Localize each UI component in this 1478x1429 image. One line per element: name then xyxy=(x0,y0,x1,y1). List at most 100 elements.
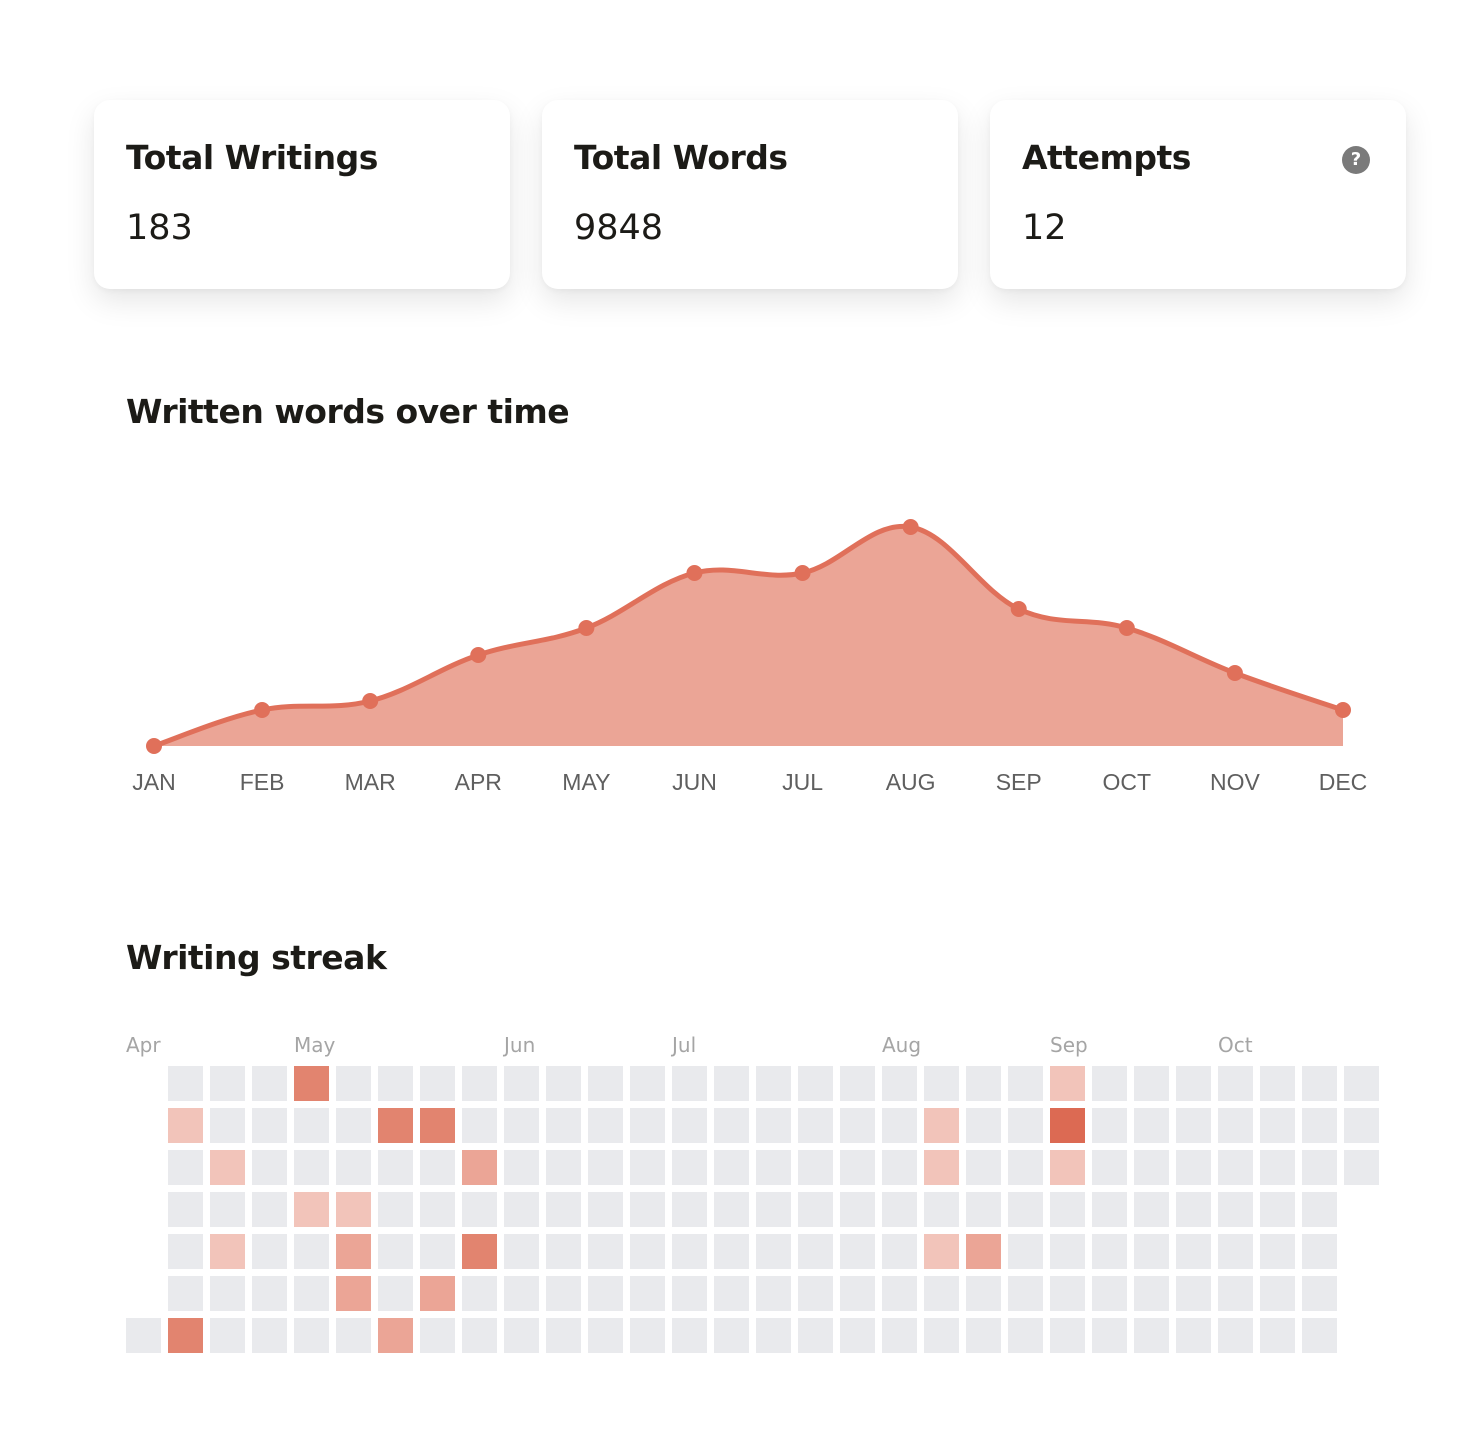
month-label: May xyxy=(294,1033,336,1057)
x-tick-label: JUL xyxy=(782,769,823,795)
heatmap-cell xyxy=(924,1234,959,1269)
heatmap-cell xyxy=(546,1318,581,1353)
heatmap-cell xyxy=(252,1318,287,1353)
heatmap-cell xyxy=(504,1318,539,1353)
heatmap-cell xyxy=(504,1066,539,1101)
month-label: Aug xyxy=(882,1033,921,1057)
heatmap-cell xyxy=(546,1150,581,1185)
data-point xyxy=(686,565,703,581)
heatmap-cell xyxy=(210,1150,245,1185)
heatmap-cell xyxy=(630,1066,665,1101)
heatmap-cell xyxy=(1092,1108,1127,1143)
heatmap-cell xyxy=(1218,1318,1253,1353)
heatmap-cell xyxy=(798,1318,833,1353)
heatmap-cell xyxy=(1302,1192,1337,1227)
heatmap-cell xyxy=(168,1108,203,1143)
writing-streak-heatmap: Apr May Jun Jul Aug Sep Oct xyxy=(126,1033,1379,1353)
words-area-chart: JAN FEB MAR APR MAY JUN JUL AUG SEP OCT NOV DEC xyxy=(132,519,1367,795)
heatmap-cell xyxy=(714,1192,749,1227)
heatmap-cell xyxy=(378,1234,413,1269)
data-point xyxy=(1226,665,1243,681)
heatmap-cell xyxy=(1302,1108,1337,1143)
heatmap-cell xyxy=(1176,1192,1211,1227)
heatmap-cell xyxy=(294,1318,329,1353)
question-circle-icon[interactable]: ? xyxy=(1342,146,1370,174)
heatmap-cell xyxy=(714,1318,749,1353)
heatmap-cell xyxy=(294,1276,329,1311)
x-tick-label: NOV xyxy=(1210,769,1261,795)
heatmap-cell xyxy=(420,1276,455,1311)
heatmap-cell xyxy=(420,1150,455,1185)
heatmap-cell xyxy=(1050,1150,1085,1185)
heatmap-cell xyxy=(924,1276,959,1311)
stat-value: 183 xyxy=(126,208,193,248)
heatmap-cell xyxy=(462,1066,497,1101)
heatmap-cell xyxy=(420,1192,455,1227)
data-point xyxy=(1118,620,1135,636)
heatmap-cell xyxy=(420,1066,455,1101)
month-label: Apr xyxy=(126,1033,161,1057)
heatmap-cell xyxy=(1218,1234,1253,1269)
heatmap-cell xyxy=(672,1318,707,1353)
heatmap-cell xyxy=(1176,1276,1211,1311)
heatmap-cell xyxy=(1134,1066,1169,1101)
heatmap-cell xyxy=(378,1192,413,1227)
heatmap-cell xyxy=(882,1192,917,1227)
heatmap-cell xyxy=(1092,1192,1127,1227)
heatmap-cell xyxy=(1008,1234,1043,1269)
heatmap-cell xyxy=(462,1234,497,1269)
heatmap-cell xyxy=(462,1150,497,1185)
heatmap-cell xyxy=(630,1108,665,1143)
heatmap-cell xyxy=(378,1318,413,1353)
heatmap-cell xyxy=(252,1234,287,1269)
heatmap-cell xyxy=(210,1192,245,1227)
heatmap-cell xyxy=(1092,1234,1127,1269)
month-label: Jun xyxy=(502,1033,535,1057)
heatmap-cell xyxy=(504,1276,539,1311)
heatmap-cell xyxy=(1092,1276,1127,1311)
heatmap-cell xyxy=(756,1318,791,1353)
heatmap-cell xyxy=(1302,1276,1337,1311)
x-tick-label: FEB xyxy=(240,769,285,795)
heatmap-cell xyxy=(756,1066,791,1101)
heatmap-cell xyxy=(630,1276,665,1311)
heatmap-cell xyxy=(966,1066,1001,1101)
heatmap-cell xyxy=(546,1276,581,1311)
heatmap-cell xyxy=(798,1150,833,1185)
heatmap-cell xyxy=(294,1234,329,1269)
heatmap-cell xyxy=(1344,1066,1379,1101)
x-tick-label: MAR xyxy=(345,769,396,795)
heatmap-cell xyxy=(756,1150,791,1185)
heatmap-cell xyxy=(252,1150,287,1185)
heatmap-cell xyxy=(336,1318,371,1353)
heatmap-cell xyxy=(1260,1318,1295,1353)
heatmap-cell xyxy=(1176,1234,1211,1269)
x-tick-label: AUG xyxy=(886,769,936,795)
heatmap-cell xyxy=(588,1318,623,1353)
heatmap-cell xyxy=(840,1108,875,1143)
heatmap-cell xyxy=(1260,1066,1295,1101)
heatmap-cell xyxy=(1260,1276,1295,1311)
heatmap-cell xyxy=(168,1150,203,1185)
heatmap-cell xyxy=(756,1276,791,1311)
heatmap-cell xyxy=(336,1192,371,1227)
heatmap-cell xyxy=(1050,1066,1085,1101)
heatmap-cell xyxy=(1344,1108,1379,1143)
x-tick-label: SEP xyxy=(996,769,1042,795)
heatmap-cell xyxy=(1134,1318,1169,1353)
heatmap-cell xyxy=(1050,1276,1085,1311)
heatmap-cell xyxy=(966,1192,1001,1227)
heatmap-cell xyxy=(336,1234,371,1269)
month-label: Jul xyxy=(670,1033,696,1057)
data-point xyxy=(254,702,271,718)
heatmap-cell xyxy=(336,1108,371,1143)
data-point xyxy=(902,519,919,535)
heatmap-cell xyxy=(840,1276,875,1311)
heatmap-cell xyxy=(1176,1318,1211,1353)
month-label: Oct xyxy=(1218,1033,1253,1057)
heatmap-cell xyxy=(966,1108,1001,1143)
heatmap-cell xyxy=(924,1066,959,1101)
heatmap-cell xyxy=(462,1318,497,1353)
heatmap-cell xyxy=(924,1192,959,1227)
heatmap-cell xyxy=(1134,1192,1169,1227)
